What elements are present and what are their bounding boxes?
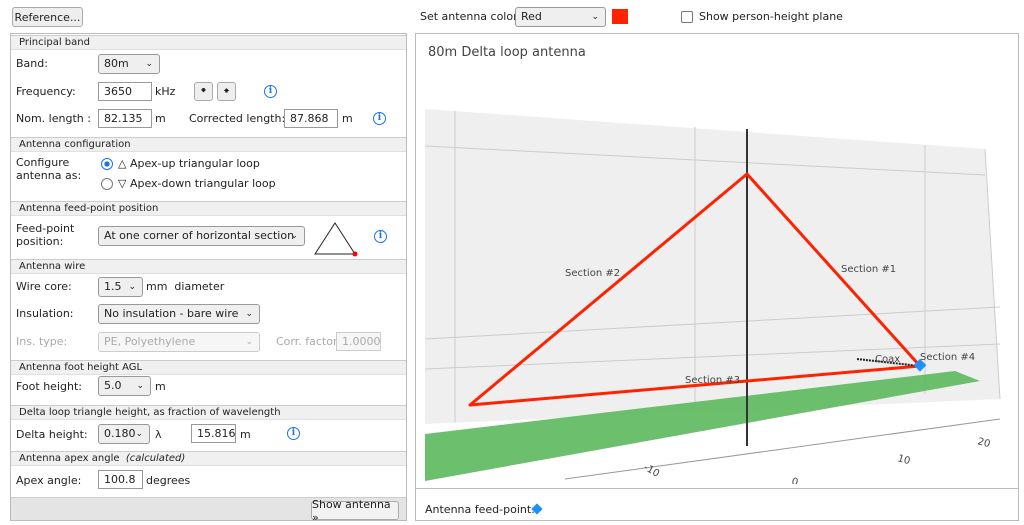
chevron-down-icon: ⌄ [135,429,143,439]
frequency-input[interactable]: 3650 [98,82,152,101]
legend-label: Antenna feed-point: [425,503,535,516]
apex-up-radio[interactable] [101,158,113,170]
foot-height-select[interactable]: 5.0 ⌄ [98,376,151,396]
frequency-info-icon[interactable]: i [264,85,277,98]
band-select[interactable]: 80m ⌄ [98,54,160,74]
wire-core-unit: mm diameter [146,280,225,293]
section-2-label: Section #2 [565,268,620,279]
apex-down-radio[interactable] [101,178,113,190]
feed-header: Antenna feed-point position [11,201,406,216]
settings-panel: Principal band Band: 80m ⌄ Frequency: 365… [10,33,407,524]
corrected-length-unit: m [342,112,353,125]
chevron-down-icon: ⌄ [245,337,253,347]
band-label: Band: [16,57,48,70]
feed-position-select[interactable]: At one corner of horizontal section ⌄ [98,226,305,246]
delta-height-select[interactable]: 0.180 ⌄ [98,424,150,444]
apex-down-label[interactable]: ▽ Apex-down triangular loop [118,177,276,190]
delta-meters-input[interactable]: 15.816 [191,424,236,443]
insulation-value: No insulation - bare wire [104,307,239,320]
frequency-down-button[interactable]: 🠻 [194,82,213,101]
foot-height-unit: m [155,380,166,393]
person-plane-checkbox[interactable] [681,11,693,23]
delta-height-label: Delta height: [16,428,88,441]
antenna-3d-plot[interactable]: Section #1 Section #2 Section #3 Section… [425,109,1010,484]
frequency-unit: kHz [155,85,176,98]
corrected-length-label: Corrected length: [189,112,286,125]
show-antenna-button[interactable]: Show antenna » [311,498,399,524]
color-value: Red [521,10,542,23]
chevron-down-icon: ⌄ [136,381,144,391]
antenna-color-select[interactable]: Red ⌄ [515,7,606,27]
apex-up-label[interactable]: △ Apex-up triangular loop [118,157,260,170]
corr-factor-input[interactable]: 1.0000 [336,332,381,351]
frequency-up-button[interactable]: 🠹 [217,82,236,101]
foot-height-label: Foot height: [16,380,82,393]
delta-info-icon[interactable]: i [287,427,300,440]
x-tick-1: 10 [896,453,911,467]
person-plane-label: Show person-height plane [699,10,843,23]
feed-info-icon[interactable]: i [374,230,387,243]
chevron-down-icon: ⌄ [128,282,136,292]
foot-height-value: 5.0 [104,379,122,392]
feed-triangle-icon [314,222,358,257]
apex-angle-input[interactable]: 100.8 [98,470,143,489]
legend-bar [416,488,1018,489]
wire-core-label: Wire core: [16,280,72,293]
arrow-down-icon: 🠻 [200,84,207,97]
x-tick-2: 20 [976,436,991,450]
ins-type-select[interactable]: PE, Polyethylene ⌄ [98,332,260,352]
reference-button[interactable]: Reference... [12,7,83,27]
wire-core-value: 1.5 [104,280,122,293]
config-label: Configure antenna as: [16,156,82,182]
x-tick-0: 0 [790,476,799,484]
corr-factor-label: Corr. factor: [276,335,341,348]
delta-height-value: 0.180 [104,427,136,440]
arrow-up-icon: 🠹 [223,84,230,97]
frequency-label: Frequency: [16,85,76,98]
delta-height-unit: λ [155,428,162,441]
principal-band-header: Principal band [11,35,406,50]
band-value: 80m [104,57,129,70]
section-4-label: Section #4 [920,352,975,363]
config-header: Antenna configuration [11,137,406,152]
delta-meters-unit: m [240,428,251,441]
ins-type-label: Ins. type: [16,335,68,348]
feed-value: At one corner of horizontal section [104,229,295,242]
length-info-icon[interactable]: i [373,112,386,125]
corrected-length-input[interactable]: 87.868 [284,109,338,128]
color-label: Set antenna color: [420,10,522,23]
section-3-label: Section #3 [685,375,740,386]
plot-panel: 80m Delta loop antenna Section #1 Sectio… [415,33,1019,521]
x-tick-minus-10: -10 [642,462,662,480]
apex-angle-unit: degrees [146,474,191,487]
coax-label: Coax [875,354,900,365]
apex-angle-label: Apex angle: [16,474,82,487]
nom-length-input[interactable]: 82.135 [98,109,152,128]
delta-header: Delta loop triangle height, as fraction … [11,405,406,420]
wire-core-select[interactable]: 1.5 ⌄ [98,277,143,297]
nom-length-label: Nom. length : [16,112,91,125]
insulation-label: Insulation: [16,307,74,320]
chevron-down-icon: ⌄ [591,12,599,22]
nom-length-unit: m [155,112,166,125]
plot-title: 80m Delta loop antenna [428,45,586,60]
insulation-select[interactable]: No insulation - bare wire ⌄ [98,304,260,324]
chevron-down-icon: ⌄ [245,309,253,319]
wire-header: Antenna wire [11,259,406,274]
foot-header: Antenna foot height AGL [11,360,406,375]
ins-type-value: PE, Polyethylene [104,335,196,348]
feed-label: Feed-point position: [16,222,75,248]
section-1-label: Section #1 [841,264,896,275]
chevron-down-icon: ⌄ [145,59,153,69]
chevron-down-icon: ⌄ [290,231,298,241]
apex-header: Antenna apex angle (calculated) [11,451,406,466]
color-swatch[interactable] [612,9,628,24]
